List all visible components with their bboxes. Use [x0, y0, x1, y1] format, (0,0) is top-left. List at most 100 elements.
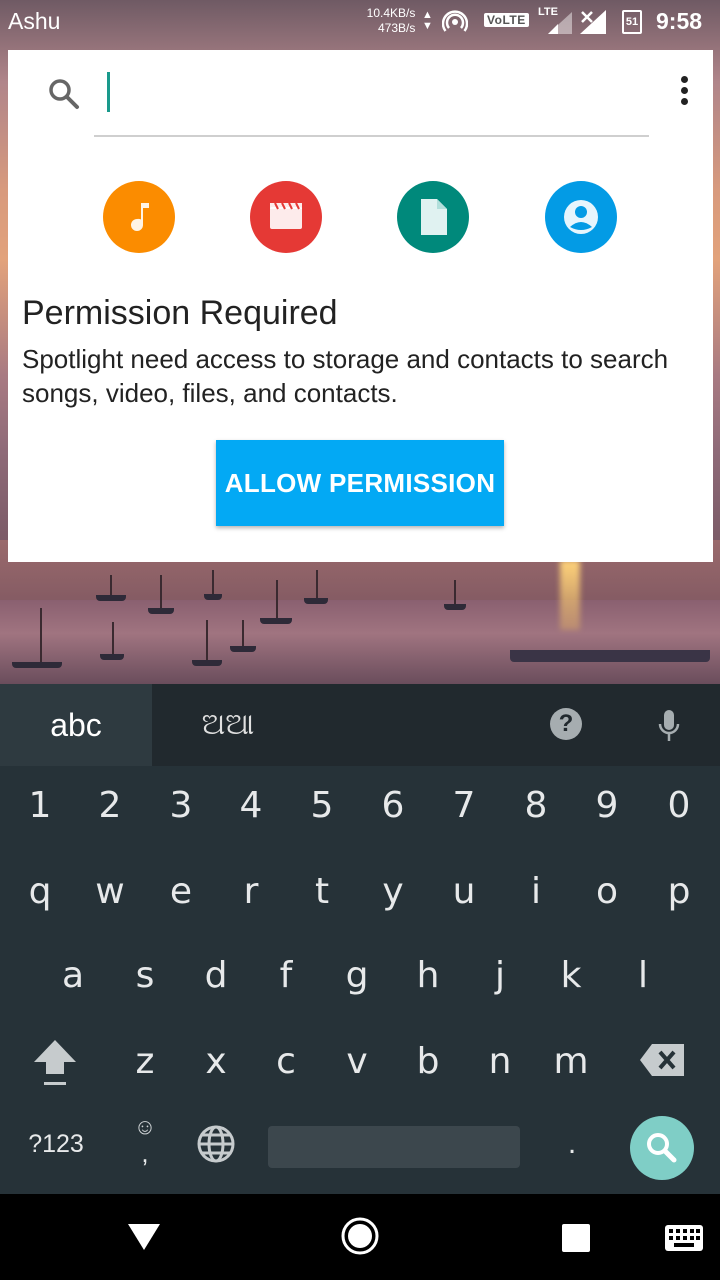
key-w[interactable]: w: [75, 852, 145, 932]
search-card: Permission Required Spotlight need acces…: [8, 50, 713, 562]
contacts-category-button[interactable]: [545, 181, 617, 253]
key-row-3: z x c v b n m: [0, 1022, 720, 1102]
key-c[interactable]: c: [251, 1022, 321, 1102]
tab-odia[interactable]: ଅଆ: [152, 684, 304, 766]
allow-permission-button[interactable]: ALLOW PERMISSION: [216, 440, 504, 526]
key-row-bottom: ?123 ☺ , .: [0, 1104, 720, 1184]
document-icon: [421, 199, 447, 235]
sailboat: [110, 575, 112, 597]
permission-title: Permission Required: [22, 294, 338, 332]
keyboard-switch-icon[interactable]: [664, 1224, 704, 1252]
globe-icon[interactable]: [196, 1124, 236, 1164]
key-3[interactable]: 3: [146, 766, 216, 846]
back-icon[interactable]: [126, 1220, 162, 1254]
key-g[interactable]: g: [322, 936, 392, 1016]
period-key[interactable]: .: [540, 1104, 604, 1184]
clock: 9:58: [656, 8, 703, 34]
key-e[interactable]: e: [146, 852, 216, 932]
marina-dock: [510, 650, 710, 662]
sailboat-hull: [444, 604, 466, 610]
backspace-icon[interactable]: [638, 1042, 686, 1078]
key-1[interactable]: 1: [5, 766, 75, 846]
emoji-comma-key[interactable]: ☺ ,: [120, 1114, 170, 1174]
key-r[interactable]: r: [216, 852, 286, 932]
key-l[interactable]: l: [608, 936, 678, 1016]
sailboat: [206, 620, 208, 664]
music-category-button[interactable]: [103, 181, 175, 253]
key-k[interactable]: k: [536, 936, 606, 1016]
soft-keyboard: abc ଅଆ ? 1 2 3 4 5 6 7 8 9 0 q w e r t y…: [0, 684, 720, 1194]
files-category-button[interactable]: [397, 181, 469, 253]
more-options-icon[interactable]: [674, 76, 694, 112]
battery-icon: 51: [622, 10, 642, 34]
network-speed: 10.4KB/s 473B/s: [362, 6, 416, 36]
carrier-name: Ashu: [8, 8, 61, 34]
up-down-arrows-icon: ▲ ▼: [422, 9, 433, 32]
search-underline: [94, 135, 649, 137]
key-7[interactable]: 7: [429, 766, 499, 846]
key-8[interactable]: 8: [501, 766, 571, 846]
key-j[interactable]: j: [465, 936, 535, 1016]
key-v[interactable]: v: [322, 1022, 392, 1102]
search-bar: [8, 50, 713, 137]
key-b[interactable]: b: [393, 1022, 463, 1102]
key-n[interactable]: n: [465, 1022, 535, 1102]
key-x[interactable]: x: [181, 1022, 251, 1102]
download-speed: 473B/s: [378, 21, 416, 35]
key-6[interactable]: 6: [358, 766, 428, 846]
smiley-icon: ☺: [133, 1114, 157, 1139]
key-5[interactable]: 5: [287, 766, 357, 846]
tab-abc[interactable]: abc: [0, 684, 152, 766]
key-9[interactable]: 9: [572, 766, 642, 846]
sailboat-hull: [260, 618, 292, 624]
key-u[interactable]: u: [429, 852, 499, 932]
key-m[interactable]: m: [536, 1022, 606, 1102]
key-i[interactable]: i: [501, 852, 571, 932]
key-z[interactable]: z: [110, 1022, 180, 1102]
key-row-1: q w e r t y u i o p: [0, 852, 720, 932]
upload-speed: 10.4KB/s: [366, 6, 416, 20]
key-p[interactable]: p: [644, 852, 714, 932]
music-note-icon: [131, 203, 149, 231]
search-input[interactable]: [108, 72, 652, 114]
key-y[interactable]: y: [358, 852, 428, 932]
navigation-bar: [0, 1194, 720, 1280]
category-icons: [8, 181, 713, 253]
clapperboard-icon: [270, 202, 302, 229]
status-bar: Ashu 10.4KB/s 473B/s ▲ ▼ VoLTE LTE 51 9:5…: [0, 0, 720, 44]
key-row-2: a s d f g h j k l: [0, 936, 720, 1016]
sailboat-hull: [96, 595, 126, 601]
person-icon: [564, 200, 598, 234]
sailboat-hull: [304, 598, 328, 604]
symbols-key[interactable]: ?123: [16, 1104, 96, 1184]
key-2[interactable]: 2: [75, 766, 145, 846]
key-0[interactable]: 0: [644, 766, 714, 846]
sailboat: [160, 575, 162, 611]
key-4[interactable]: 4: [216, 766, 286, 846]
space-bar[interactable]: [268, 1126, 520, 1168]
key-t[interactable]: t: [287, 852, 357, 932]
key-s[interactable]: s: [110, 936, 180, 1016]
help-icon[interactable]: ?: [550, 708, 582, 740]
number-row: 1 2 3 4 5 6 7 8 9 0: [0, 766, 720, 846]
sailboat: [212, 570, 214, 596]
search-icon: [647, 1133, 677, 1163]
search-icon[interactable]: [46, 76, 82, 112]
key-h[interactable]: h: [393, 936, 463, 1016]
search-action-key[interactable]: [630, 1116, 694, 1180]
sailboat-hull: [12, 662, 62, 668]
key-q[interactable]: q: [5, 852, 75, 932]
permission-description: Spotlight need access to storage and con…: [22, 344, 669, 408]
key-f[interactable]: f: [251, 936, 321, 1016]
key-o[interactable]: o: [572, 852, 642, 932]
sailboat-hull: [148, 608, 174, 614]
key-a[interactable]: a: [38, 936, 108, 1016]
video-category-button[interactable]: [250, 181, 322, 253]
key-d[interactable]: d: [181, 936, 251, 1016]
home-icon[interactable]: [340, 1216, 380, 1256]
sailboat-hull: [100, 654, 124, 660]
recents-icon[interactable]: [560, 1222, 592, 1254]
shift-icon[interactable]: [30, 1034, 80, 1090]
comma-label: ,: [141, 1138, 149, 1168]
microphone-icon[interactable]: [655, 706, 683, 746]
